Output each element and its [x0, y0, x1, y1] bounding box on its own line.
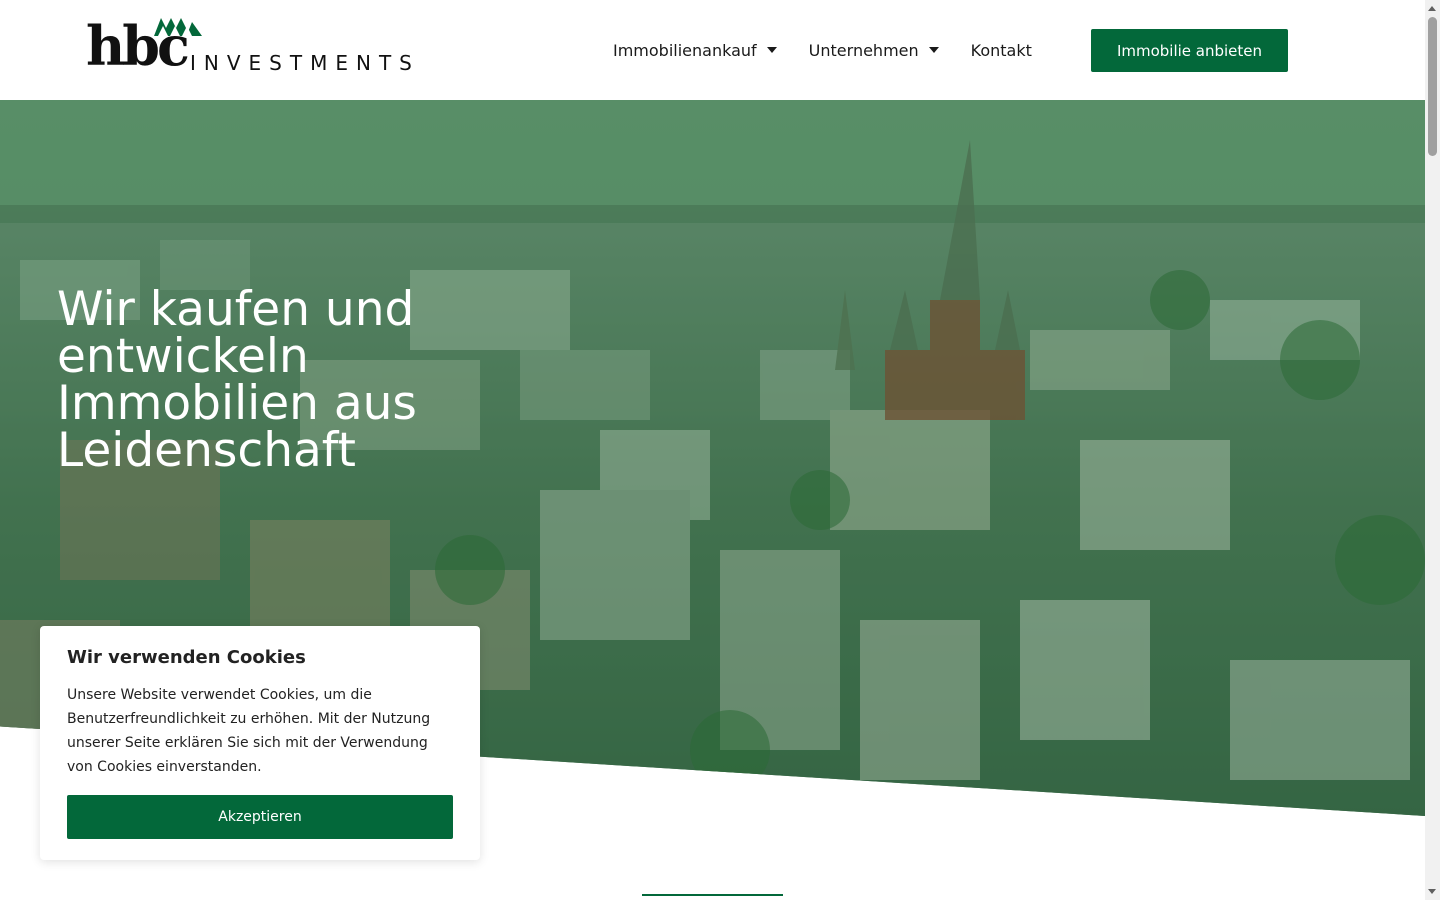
site-header: hbc INVESTMENTS Immobilienankauf Unterne… — [0, 0, 1425, 100]
nav-item-unternehmen[interactable]: Unternehmen — [809, 41, 939, 60]
offer-property-button[interactable]: Immobilie anbieten — [1091, 29, 1288, 72]
scroll-down-icon[interactable] — [1428, 889, 1436, 894]
caret-down-icon — [766, 47, 777, 53]
nav-item-label: Immobilienankauf — [613, 40, 757, 60]
main-nav: Immobilienankauf Unternehmen Kontakt — [613, 0, 1064, 100]
logo-subtitle: INVESTMENTS — [190, 51, 420, 75]
nav-item-label: Unternehmen — [808, 40, 919, 60]
nav-item-kontakt[interactable]: Kontakt — [971, 41, 1032, 60]
page-scrollbar[interactable] — [1425, 0, 1440, 900]
cookie-title: Wir verwenden Cookies — [67, 647, 306, 668]
scroll-up-icon[interactable] — [1428, 6, 1436, 11]
cookie-banner: Wir verwenden Cookies Unsere Website ver… — [40, 626, 480, 860]
logo[interactable]: hbc INVESTMENTS — [86, 14, 431, 76]
cookie-text: Unsere Website verwendet Cookies, um die… — [67, 687, 431, 775]
scrollbar-thumb[interactable] — [1428, 17, 1437, 156]
logo-wordmark: hbc — [86, 14, 190, 78]
section-divider — [642, 894, 783, 896]
page: hbc INVESTMENTS Immobilienankauf Unterne… — [0, 0, 1440, 900]
caret-down-icon — [928, 47, 939, 53]
accept-cookies-button[interactable]: Akzeptieren — [67, 795, 453, 839]
hero-title: Wir kaufen und entwickeln Immobilien aus… — [57, 282, 417, 478]
nav-item-label: Kontakt — [970, 40, 1032, 60]
nav-item-immobilienankauf[interactable]: Immobilienankauf — [613, 41, 777, 60]
